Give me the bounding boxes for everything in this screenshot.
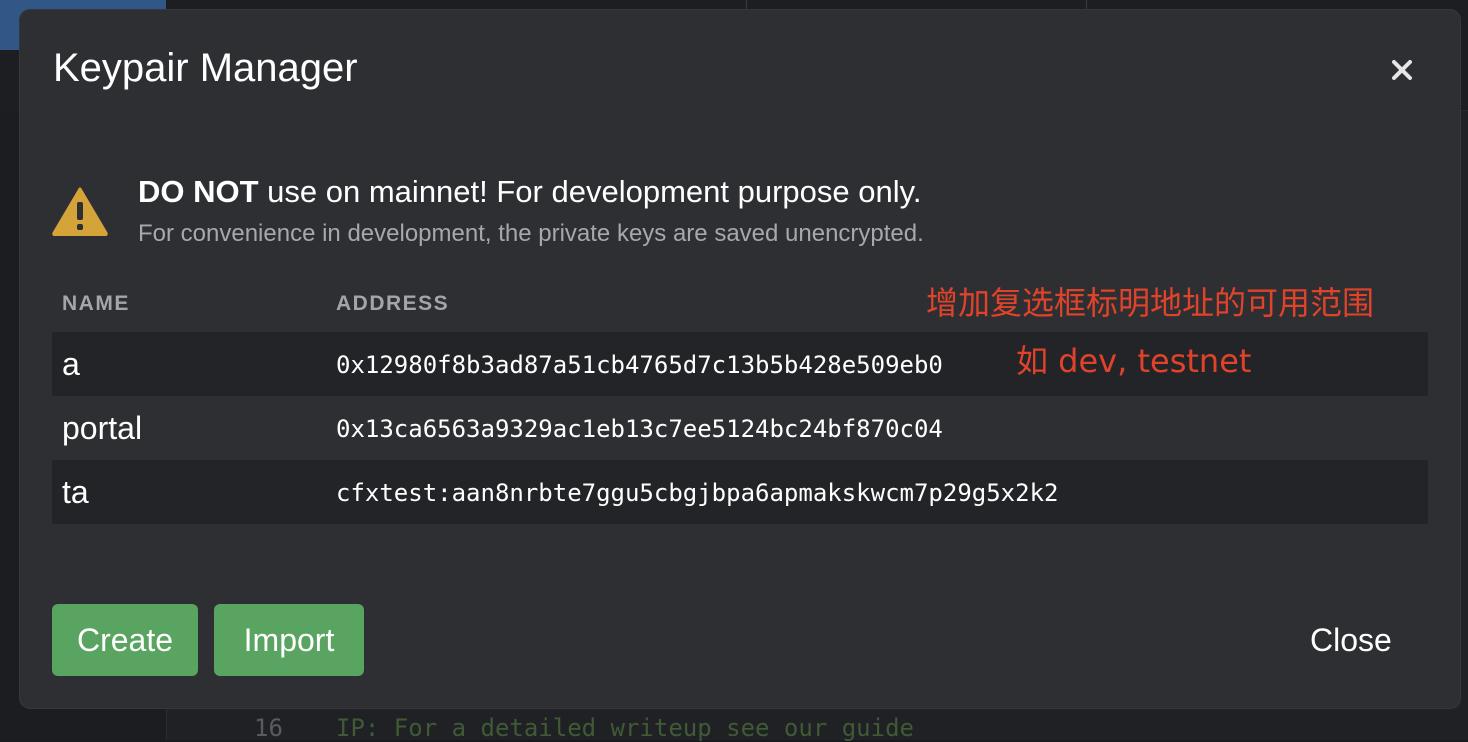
keypair-manager-modal: Keypair Manager DO NOT use on mainnet! F… (20, 10, 1460, 708)
code-text: IP: For a detailed writeup see our guide (336, 714, 914, 742)
keypair-name: portal (62, 410, 142, 447)
warning-title-rest: use on mainnet! For development purpose … (259, 174, 922, 209)
column-header-name: NAME (62, 292, 130, 316)
background-code-line: 16 IP: For a detailed writeup see our gu… (166, 706, 1468, 740)
import-button[interactable]: Import (214, 604, 364, 676)
warning-title: DO NOT use on mainnet! For development p… (138, 174, 921, 210)
table-row[interactable]: ta cfxtest:aan8nrbte7ggu5cbgjbpa6apmaksk… (52, 460, 1428, 524)
warning-triangle-icon (52, 186, 108, 236)
keypair-address: 0x12980f8b3ad87a51cb4765d7c13b5b428e509e… (336, 351, 943, 379)
background-divider (1086, 0, 1087, 10)
keypair-address: cfxtest:aan8nrbte7ggu5cbgjbpa6apmakskwcm… (336, 479, 1058, 507)
background-divider (746, 0, 747, 10)
warning-title-bold: DO NOT (138, 174, 259, 209)
create-button[interactable]: Create (52, 604, 198, 676)
line-number: 16 (254, 714, 283, 742)
annotation-text: 增加复选框标明地址的可用范围 (926, 278, 1374, 324)
column-header-address: ADDRESS (336, 292, 449, 316)
table-row[interactable]: portal 0x13ca6563a9329ac1eb13c7ee5124bc2… (52, 396, 1428, 460)
keypair-address: 0x13ca6563a9329ac1eb13c7ee5124bc24bf870c… (336, 415, 943, 443)
keypair-name: ta (62, 474, 89, 511)
modal-title: Keypair Manager (53, 46, 358, 91)
close-icon[interactable] (1386, 54, 1418, 86)
close-button[interactable]: Close (1310, 622, 1392, 659)
annotation-text: 如 dev, testnet (1016, 336, 1251, 382)
warning-subtitle: For convenience in development, the priv… (138, 220, 924, 248)
keypair-name: a (62, 346, 80, 383)
